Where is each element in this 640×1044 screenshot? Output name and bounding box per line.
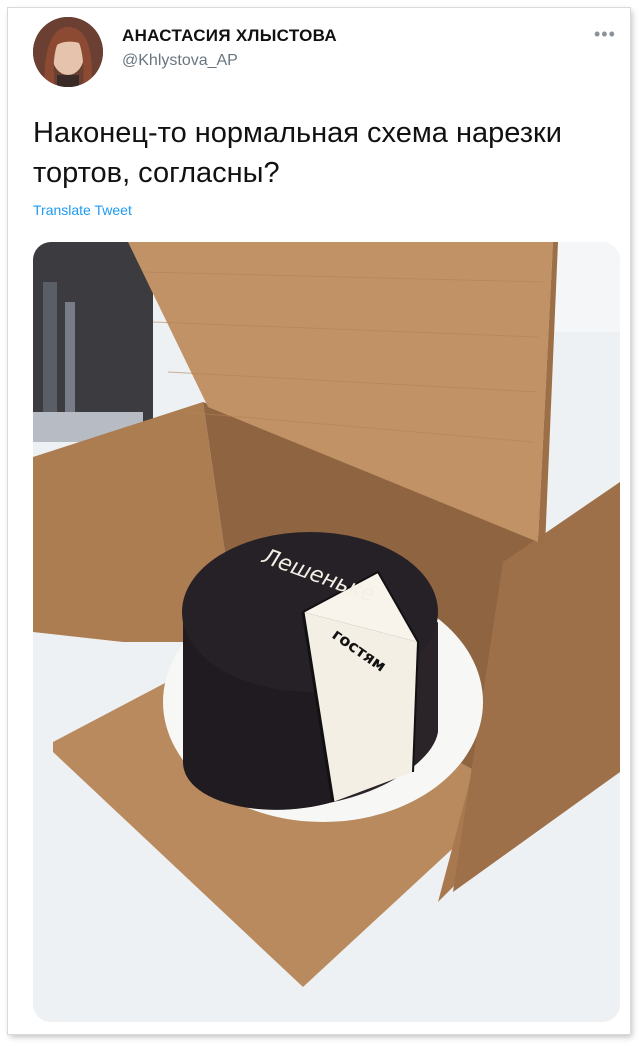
- tweet-text: Наконец-то нормальная схема нарезки торт…: [33, 117, 562, 189]
- author-handle[interactable]: @Khlystova_AP: [122, 52, 238, 70]
- cake-in-box-image: Лешенькe гостям: [33, 242, 620, 1022]
- avatar[interactable]: [33, 17, 103, 87]
- tweet-photo[interactable]: Лешенькe гостям: [33, 242, 620, 1022]
- author-name[interactable]: АНАСТАСИЯ ХЛЫСТОВА: [122, 26, 337, 46]
- more-options-icon[interactable]: •••: [594, 24, 616, 45]
- translate-tweet-link[interactable]: Translate Tweet: [33, 202, 132, 218]
